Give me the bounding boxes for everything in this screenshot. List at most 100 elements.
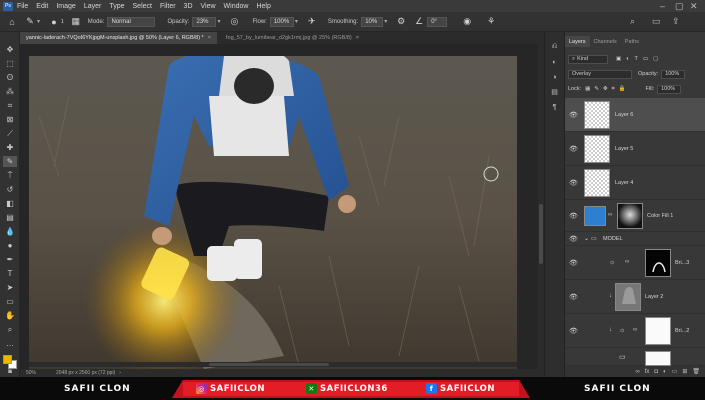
- move-tool-icon[interactable]: ✥: [3, 44, 17, 55]
- brush-tool-icon[interactable]: ✎: [24, 16, 36, 28]
- layer-row-layer-4[interactable]: 👁 Layer 4: [565, 166, 705, 200]
- chevron-down-icon[interactable]: ▾: [384, 17, 389, 27]
- airbrush-icon[interactable]: ✈: [306, 16, 318, 28]
- link-layers-icon[interactable]: ∞: [635, 369, 639, 375]
- smart-object-filter-icon[interactable]: ▢: [653, 56, 658, 62]
- shape-tool-icon[interactable]: ▭: [3, 296, 17, 307]
- symmetry-icon[interactable]: ⚘: [485, 16, 497, 28]
- brush-settings-icon[interactable]: ▦: [70, 16, 82, 28]
- menu-view[interactable]: View: [201, 3, 216, 10]
- menu-select[interactable]: Select: [133, 3, 152, 10]
- angle-icon[interactable]: ∠: [413, 16, 425, 28]
- crop-tool-icon[interactable]: ⌗: [3, 100, 17, 111]
- brush-tool-icon[interactable]: ✎: [3, 156, 17, 167]
- opacity-field[interactable]: 23%: [192, 16, 217, 27]
- smoothing-field[interactable]: 10%: [361, 16, 384, 27]
- eye-icon[interactable]: 👁: [569, 212, 578, 220]
- frame-tool-icon[interactable]: ⊠: [3, 114, 17, 125]
- layer-name[interactable]: Color Fill 1: [647, 213, 673, 219]
- eye-icon[interactable]: 👁: [569, 259, 578, 267]
- path-select-tool-icon[interactable]: ➤: [3, 282, 17, 293]
- layer-opacity-field[interactable]: 100%: [661, 69, 686, 79]
- layer-row-layer-2[interactable]: 👁 ↓ Layer 2: [565, 280, 705, 314]
- trash-icon[interactable]: 🗑: [692, 368, 700, 375]
- canvas-area[interactable]: [20, 44, 538, 369]
- layer-group-model[interactable]: 👁 ⌄ ▭ MODEL: [565, 232, 705, 246]
- eye-icon[interactable]: 👁: [569, 111, 578, 119]
- pressure-opacity-icon[interactable]: ◎: [228, 16, 240, 28]
- blur-tool-icon[interactable]: 💧: [3, 226, 17, 237]
- new-group-icon[interactable]: ▭: [672, 368, 678, 375]
- pressure-size-icon[interactable]: ◉: [461, 16, 473, 28]
- horizontal-scrollbar[interactable]: [29, 362, 517, 367]
- foreground-color-swatch[interactable]: [3, 355, 12, 364]
- link-icon[interactable]: ∞: [633, 327, 637, 333]
- layer-name[interactable]: MODEL: [603, 236, 623, 242]
- menu-layer[interactable]: Layer: [84, 3, 102, 10]
- lock-transparent-icon[interactable]: ▦: [585, 86, 590, 92]
- adjustment-filter-icon[interactable]: ◐: [626, 56, 629, 62]
- eye-icon[interactable]: 👁: [569, 145, 578, 153]
- document-image[interactable]: [29, 56, 517, 369]
- history-icon[interactable]: ⎌: [549, 42, 560, 52]
- close-icon[interactable]: ×: [356, 35, 359, 41]
- share-icon[interactable]: ⇪: [672, 16, 680, 27]
- flow-field[interactable]: 100%: [269, 16, 294, 27]
- home-icon[interactable]: ⌂: [6, 16, 18, 28]
- chevron-down-icon[interactable]: ▾: [37, 17, 42, 27]
- eye-icon[interactable]: 👁: [569, 293, 578, 301]
- link-icon[interactable]: ∞: [608, 212, 612, 218]
- layer-row-layer-6[interactable]: 👁 Layer 6: [565, 98, 705, 132]
- layer-row-color-fill-1[interactable]: 👁 ∞ Color Fill 1: [565, 200, 705, 232]
- close-icon[interactable]: ✕: [690, 1, 698, 12]
- tab-channels[interactable]: Channels: [590, 36, 621, 47]
- hand-tool-icon[interactable]: ✋: [3, 310, 17, 321]
- add-mask-icon[interactable]: ◘: [654, 369, 658, 375]
- layer-name[interactable]: Layer 6: [615, 112, 633, 118]
- gradient-tool-icon[interactable]: ▤: [3, 212, 17, 223]
- paragraph-icon[interactable]: ¶: [549, 102, 560, 112]
- layer-name[interactable]: Layer 2: [645, 294, 663, 300]
- layer-name[interactable]: Bri...3: [675, 260, 689, 266]
- adjustment-layer-icon[interactable]: ◐: [663, 369, 667, 375]
- layer-name[interactable]: Layer 5: [615, 146, 633, 152]
- adjustments-icon[interactable]: ◑: [549, 72, 560, 82]
- properties-icon[interactable]: ▤: [549, 87, 560, 97]
- marquee-tool-icon[interactable]: ⬚: [3, 58, 17, 69]
- history-brush-tool-icon[interactable]: ↺: [3, 184, 17, 195]
- type-tool-icon[interactable]: T: [3, 268, 17, 279]
- eye-icon[interactable]: 👁: [569, 235, 578, 243]
- new-layer-icon[interactable]: ⊞: [682, 368, 687, 375]
- gear-icon[interactable]: ⚙: [395, 16, 407, 28]
- eye-icon[interactable]: 👁: [569, 179, 578, 187]
- layer-row-brightness-2[interactable]: 👁 ↓ ☼ ∞ Bri...2: [565, 314, 705, 348]
- workspace-icon[interactable]: ▭: [652, 16, 661, 27]
- mode-select[interactable]: Normal: [107, 16, 156, 27]
- menu-help[interactable]: Help: [256, 3, 270, 10]
- kind-filter-select[interactable]: ⌕ Kind: [568, 54, 608, 64]
- menu-edit[interactable]: Edit: [36, 3, 48, 10]
- layer-name[interactable]: Layer 4: [615, 180, 633, 186]
- close-icon[interactable]: ×: [208, 35, 211, 41]
- tab-layers[interactable]: Layers: [565, 36, 590, 47]
- chevron-down-icon[interactable]: ▾: [295, 17, 300, 27]
- menu-window[interactable]: Window: [224, 3, 249, 10]
- scrollbar-thumb[interactable]: [539, 204, 543, 264]
- shape-filter-icon[interactable]: ▭: [643, 56, 648, 62]
- fill-field[interactable]: 100%: [657, 84, 682, 94]
- zoom-tool-icon[interactable]: ⌕: [3, 324, 17, 335]
- maximize-icon[interactable]: ▢: [675, 1, 684, 12]
- scrollbar-thumb[interactable]: [209, 363, 329, 366]
- tab-paths[interactable]: Paths: [621, 36, 643, 47]
- zoom-level[interactable]: 50%: [26, 370, 36, 376]
- dodge-tool-icon[interactable]: ●: [3, 240, 17, 251]
- pen-tool-icon[interactable]: ✒: [3, 254, 17, 265]
- blend-mode-select[interactable]: Overlay: [568, 69, 632, 79]
- menu-type[interactable]: Type: [109, 3, 124, 10]
- chevron-down-icon[interactable]: ⌄: [584, 235, 589, 242]
- stamp-tool-icon[interactable]: ⍑: [3, 170, 17, 181]
- lasso-tool-icon[interactable]: ʘ: [3, 72, 17, 83]
- link-icon[interactable]: ∞: [625, 259, 629, 265]
- menu-filter[interactable]: Filter: [160, 3, 176, 10]
- eye-icon[interactable]: 👁: [569, 327, 578, 335]
